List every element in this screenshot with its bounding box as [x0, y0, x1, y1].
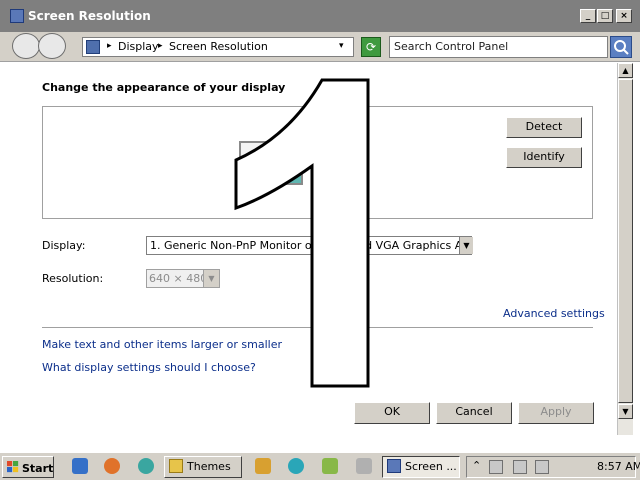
forward-arrow-icon[interactable] — [38, 33, 66, 59]
browser-icon[interactable] — [138, 458, 154, 474]
identify-monitor-number — [234, 78, 370, 388]
breadcrumb-separator-icon[interactable]: ▸ — [107, 41, 112, 51]
scroll-up-icon[interactable]: ▲ — [618, 63, 633, 78]
tool-icon[interactable] — [322, 458, 338, 474]
apply-button: Apply — [518, 402, 594, 424]
maximize-button[interactable]: □ — [597, 9, 613, 23]
taskbar: Start Themes Screen ... ⌃ 8:57 AM — [0, 452, 640, 480]
breadcrumb-display[interactable]: Display — [118, 40, 159, 53]
settings-app-icon[interactable] — [255, 458, 271, 474]
minimize-button[interactable]: _ — [580, 9, 596, 23]
identify-button[interactable]: Identify — [506, 147, 582, 168]
internet-explorer-icon[interactable] — [72, 458, 88, 474]
volume-muted-icon[interactable] — [535, 460, 549, 474]
vertical-scrollbar[interactable]: ▲ ▼ — [617, 63, 633, 435]
display-settings-icon — [387, 459, 401, 473]
chevron-down-icon[interactable]: ▼ — [459, 237, 473, 254]
navigation-bar: ▸ Display ▸ Screen Resolution ▾ ⟳ Search… — [0, 32, 640, 62]
resolution-label: Resolution: — [42, 272, 104, 285]
advanced-settings-link[interactable]: Advanced settings — [503, 307, 605, 320]
taskbar-item-screen-resolution[interactable]: Screen ... — [382, 456, 460, 478]
breadcrumb-screen-resolution[interactable]: Screen Resolution — [169, 40, 268, 53]
start-label: Start — [22, 462, 54, 475]
search-icon-glyph — [614, 40, 629, 55]
breadcrumb-separator-icon[interactable]: ▸ — [158, 41, 163, 51]
firefox-icon[interactable] — [104, 458, 120, 474]
search-icon[interactable] — [610, 36, 632, 58]
start-button[interactable]: Start — [2, 456, 54, 478]
display-label: Display: — [42, 239, 86, 252]
document-icon[interactable] — [356, 458, 372, 474]
display-settings-icon — [10, 9, 24, 23]
windows-logo-icon — [7, 461, 19, 473]
flag-icon[interactable] — [489, 460, 503, 474]
close-button[interactable]: × — [616, 9, 632, 23]
show-hidden-icons-icon[interactable]: ⌃ — [472, 459, 481, 472]
search-input[interactable]: Search Control Panel — [389, 36, 608, 58]
address-bar[interactable]: ▸ Display ▸ Screen Resolution ▾ — [82, 37, 354, 57]
scroll-down-icon[interactable]: ▼ — [618, 404, 633, 419]
cancel-button[interactable]: Cancel — [436, 402, 512, 424]
display-help-link[interactable]: What display settings should I choose? — [42, 361, 256, 374]
chevron-down-icon: ▼ — [203, 270, 219, 287]
detect-button[interactable]: Detect — [506, 117, 582, 138]
network-icon[interactable] — [513, 460, 527, 474]
refresh-button[interactable]: ⟳ — [361, 37, 381, 57]
refresh-app-icon[interactable] — [288, 458, 304, 474]
folder-icon — [169, 459, 183, 473]
window-title-bar[interactable]: Screen Resolution _ □ × — [0, 0, 640, 32]
system-tray: ⌃ 8:57 AM — [466, 456, 640, 478]
address-dropdown-icon[interactable]: ▾ — [339, 41, 344, 51]
control-panel-icon — [86, 40, 100, 54]
clock[interactable]: 8:57 AM — [597, 460, 640, 473]
window-title: Screen Resolution — [28, 9, 151, 23]
back-arrow-icon[interactable] — [12, 33, 40, 59]
scroll-thumb[interactable] — [618, 79, 633, 403]
ok-button[interactable]: OK — [354, 402, 430, 424]
taskbar-item-themes[interactable]: Themes — [164, 456, 242, 478]
taskbar-item-label: Screen ... — [405, 460, 457, 473]
taskbar-item-label: Themes — [187, 460, 231, 473]
